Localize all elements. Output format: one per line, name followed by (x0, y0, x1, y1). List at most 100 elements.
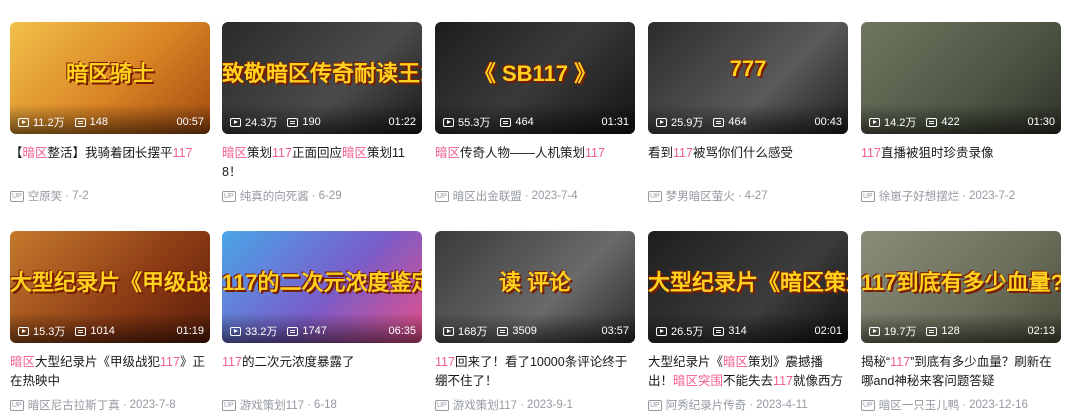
danmaku-icon (74, 117, 86, 127)
view-count-value: 19.7万 (884, 326, 917, 338)
view-count-value: 24.3万 (245, 117, 278, 129)
view-count: 11.2万 (18, 114, 65, 130)
title-text: 整活】我骑着团长摆平 (47, 146, 173, 160)
thumbnail-caption: 读 评论 (498, 270, 572, 295)
danmaku-count-value: 128 (941, 325, 960, 337)
danmaku-icon (500, 117, 512, 127)
danmaku-count-value: 464 (515, 116, 534, 128)
thumbnail-caption: 777 (729, 56, 767, 81)
danmaku-count-value: 314 (728, 325, 747, 337)
video-thumbnail[interactable]: 暗区骑士 11.2万 148 00:57 (10, 22, 210, 134)
danmaku-count-value: 1747 (302, 325, 327, 337)
video-thumbnail[interactable]: 14.2万 422 01:30 (861, 22, 1061, 134)
video-title[interactable]: 【暗区整活】我骑着团长摆平117 (10, 144, 210, 182)
video-title[interactable]: 117回来了！看了10000条评论终于绷不住了！ (435, 353, 635, 391)
title-text: 【 (10, 146, 23, 160)
video-meta: UP 徐崽子好想摆烂 · 2023-7-2 (861, 188, 1061, 204)
keyword-highlight: 117 (172, 146, 193, 160)
separator-dot: · (311, 190, 316, 202)
video-title[interactable]: 暗区传奇人物——人机策划117 (435, 144, 635, 182)
uploader-name[interactable]: 游戏策划117 (453, 397, 517, 413)
video-title[interactable]: 117直播被狙时珍贵录像 (861, 144, 1061, 182)
thumbnail-caption: 大型纪录片《甲级战犯117》 (10, 270, 210, 295)
video-title[interactable]: 暗区策划117正面回应暗区策划118！ (222, 144, 422, 182)
video-duration: 02:01 (814, 325, 842, 337)
uploader-name[interactable]: 纯真的向死酱 (240, 188, 309, 204)
video-title[interactable]: 看到117被骂你们什么感受 (648, 144, 848, 182)
play-count-icon (656, 326, 667, 336)
thumbnail-caption: 117到底有多少血量? (861, 270, 1061, 295)
video-thumbnail[interactable]: 大型纪录片《暗区策划》 26.5万 314 02:01 (648, 231, 848, 343)
video-card[interactable]: 读 评论 168万 3509 03:57 117回来了！看了10000条评论终于绷不住了… (435, 231, 635, 413)
keyword-highlight: 暗区 (222, 146, 248, 160)
uploader-name[interactable]: 暗区一只玉儿鸭 (879, 397, 960, 413)
view-count-value: 15.3万 (33, 326, 66, 338)
video-thumbnail[interactable]: 读 评论 168万 3509 03:57 (435, 231, 635, 343)
view-count-value: 26.5万 (671, 326, 704, 338)
publish-date: 7-2 (72, 190, 89, 202)
publish-date: 6-29 (318, 190, 342, 202)
uploader-name[interactable]: 游戏策划117 (240, 397, 304, 413)
video-title[interactable]: 大型纪录片《暗区策划》震撼播出！暗区突围不能失去117就像西方不... (648, 353, 848, 391)
separator-dot: · (520, 399, 524, 411)
view-count-value: 168万 (458, 326, 488, 338)
title-text: 传奇人物——人机策划 (460, 146, 586, 160)
play-count-icon (230, 117, 241, 127)
uploader-name[interactable]: 暗区出金联盟 (453, 188, 522, 204)
view-count-value: 14.2万 (884, 117, 917, 129)
title-text: 正面回应 (291, 146, 342, 160)
video-title[interactable]: 117的二次元浓度暴露了 (222, 353, 422, 391)
title-text: 看到 (648, 146, 674, 160)
publish-date: 2023-12-16 (969, 399, 1028, 411)
thumbnail-caption: 暗区骑士 (65, 61, 154, 86)
danmaku-count-value: 422 (941, 116, 960, 128)
danmaku-icon (75, 326, 87, 336)
publish-date: 2023-4-11 (756, 399, 808, 411)
uploader-name[interactable]: 梦男暗区萤火 (666, 188, 735, 204)
video-duration: 01:31 (601, 116, 629, 128)
video-thumbnail[interactable]: 《 SB117 》 55.3万 464 01:31 (435, 22, 635, 134)
danmaku-count-value: 3509 (512, 325, 537, 337)
keyword-highlight: 暗区 (341, 146, 367, 160)
separator-dot: · (524, 190, 529, 202)
separator-dot: · (749, 399, 754, 411)
video-card[interactable]: 致敬暗区传奇耐读王118!24.3万19001:22 暗区策划117正面回应暗区策… (222, 22, 422, 204)
video-thumbnail[interactable]: 大型纪录片《甲级战犯117》 15.3万 1014 01:19 (10, 231, 210, 343)
video-meta: UP 纯真的向死酱 · 6-29 (222, 188, 422, 204)
keyword-highlight: 117 (585, 146, 605, 160)
video-title[interactable]: 暗区大型纪录片《甲级战犯117》正在热映中 (10, 353, 210, 391)
video-thumbnail[interactable]: 117到底有多少血量? 19.7万 128 02:13 (861, 231, 1061, 343)
uploader-name[interactable]: 暗区尼古拉斯丁真 (28, 397, 120, 413)
keyword-highlight: 暗区 (723, 355, 749, 369)
video-thumbnail[interactable]: 117的二次元浓度鉴定 33.2万 1747 06:35 (222, 231, 422, 343)
up-badge-icon: UP (10, 399, 24, 411)
uploader-name[interactable]: 徐崽子好想摆烂 (879, 188, 960, 204)
keyword-highlight: 117 (773, 374, 793, 388)
video-card[interactable]: 暗区骑士 11.2万 148 00:57 【暗区整活】我骑着团长摆平117 UP 空原笑 · 7… (10, 22, 210, 204)
video-card[interactable]: 117的二次元浓度鉴定 33.2万 1747 06:35 117的二次元浓度暴露了 UP 游… (222, 231, 422, 413)
title-text: 直播被狙时珍贵录像 (880, 146, 994, 160)
video-title[interactable]: 揭秘“117”到底有多少血量？刷新在哪and神秘来客问题答疑 (861, 353, 1061, 391)
view-count-value: 11.2万 (33, 117, 65, 129)
video-card[interactable]: 117到底有多少血量? 19.7万 128 02:13 揭秘“117”到底有多少血量？刷… (861, 231, 1061, 413)
uploader-name[interactable]: 阿秀纪录片传奇 (666, 397, 747, 413)
publish-date: 6-18 (313, 399, 337, 411)
video-card[interactable]: 《 SB117 》 55.3万 464 01:31 暗区传奇人物——人机策划117 UP 暗… (435, 22, 635, 204)
publish-date: 2023-7-8 (129, 399, 176, 411)
video-thumbnail[interactable]: 777 25.9万 464 00:43 (648, 22, 848, 134)
video-card[interactable]: 777 25.9万 464 00:43 看到117被骂你们什么感受 UP 梦男暗区萤火 · 4-… (648, 22, 848, 204)
danmaku-icon (287, 326, 299, 336)
up-badge-icon: UP (648, 190, 662, 202)
danmaku-count-value: 464 (728, 116, 747, 128)
video-card[interactable]: 14.2万 422 01:30 117直播被狙时珍贵录像 UP 徐崽子好想摆烂 · 2023-… (861, 22, 1061, 204)
view-count: 55.3万 (443, 114, 490, 130)
play-count-icon (869, 117, 880, 127)
video-card[interactable]: 大型纪录片《暗区策划》 26.5万 314 02:01 大型纪录片《暗区策划》震撼播出！… (648, 231, 848, 413)
uploader-name[interactable]: 空原笑 (28, 188, 63, 204)
video-card[interactable]: 大型纪录片《甲级战犯117》15.3万101401:19暗区大型纪录片《甲级战犯… (10, 231, 210, 413)
video-thumbnail[interactable]: 致敬暗区传奇耐读王118! 24.3万 190 01:22 (222, 22, 422, 134)
publish-date: 2023-9-1 (526, 399, 573, 411)
danmaku-count-value: 1014 (90, 325, 115, 337)
video-meta: UP 空原笑 · 7-2 (10, 188, 210, 204)
video-stats: 168万 3509 03:57 (443, 324, 629, 338)
